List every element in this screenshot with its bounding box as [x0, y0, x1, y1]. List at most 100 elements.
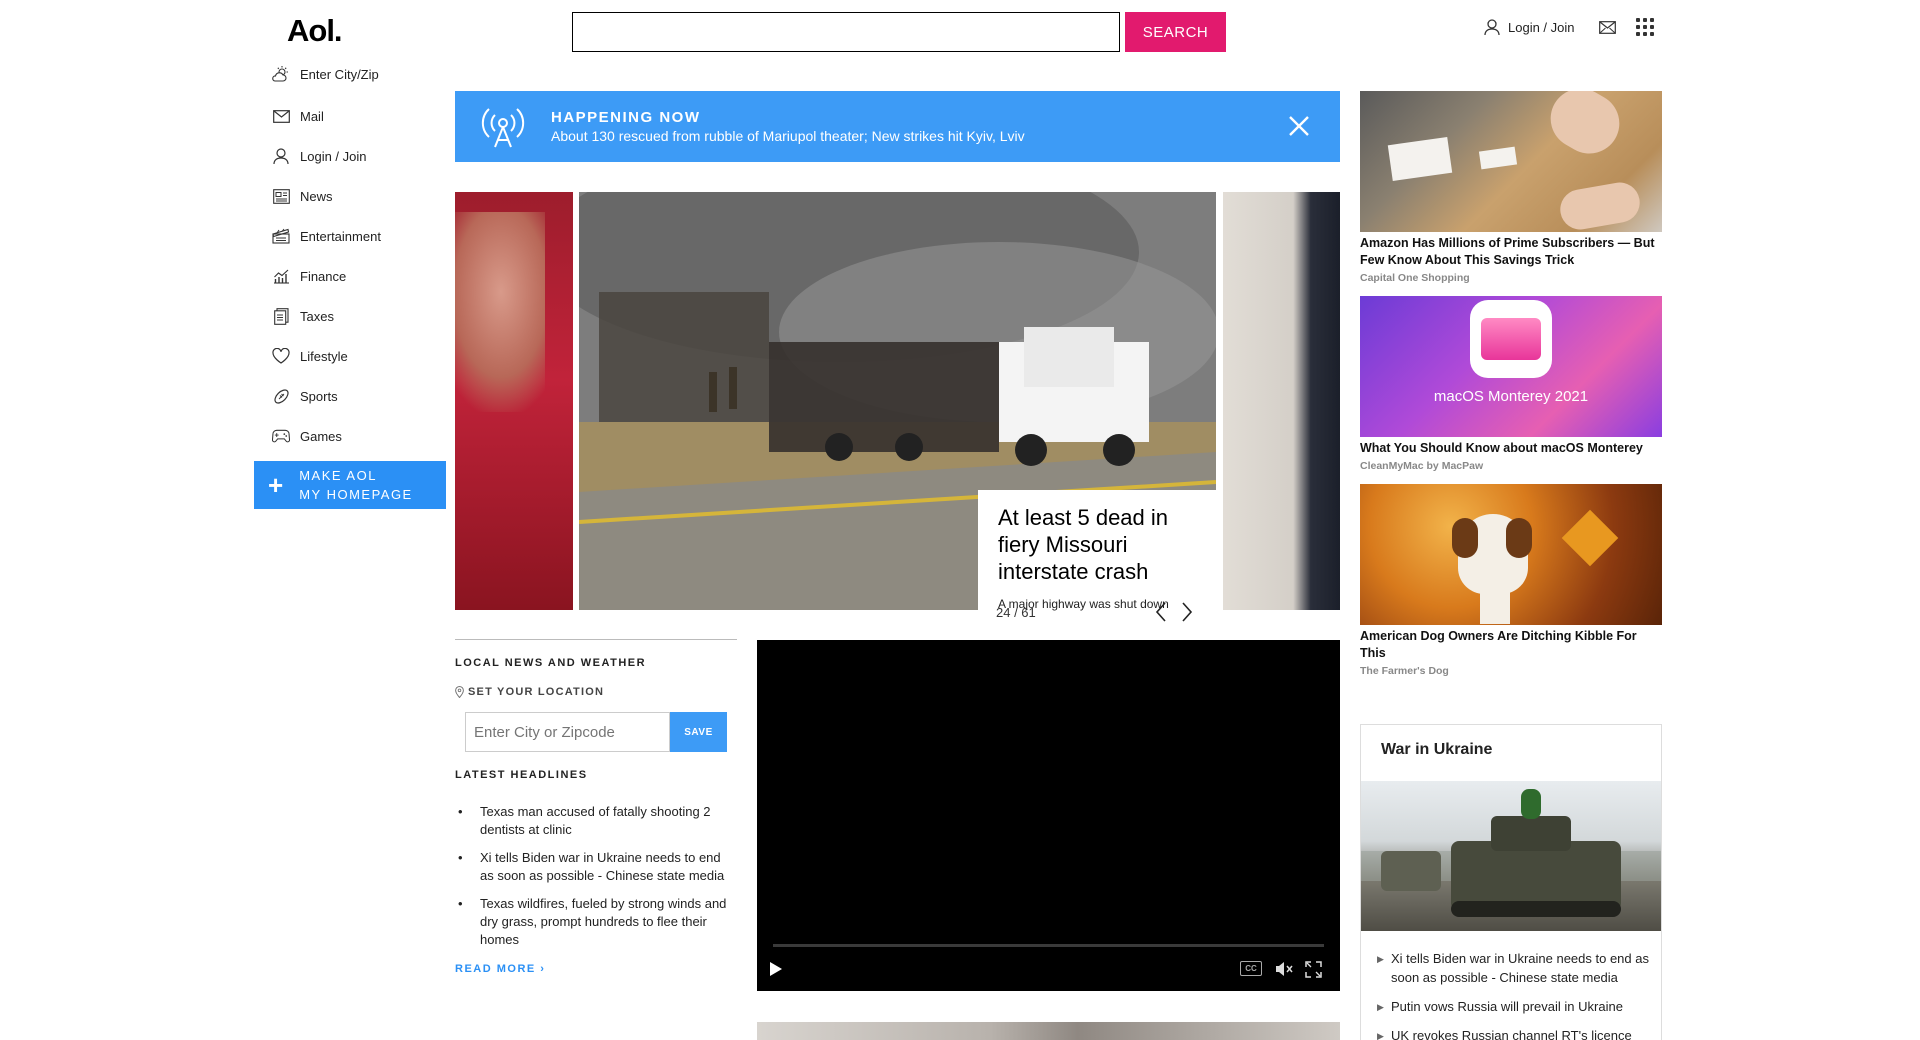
ad-card[interactable]: macOS Monterey 2021 What You Should Know… — [1360, 296, 1662, 472]
zipcode-input[interactable] — [465, 712, 670, 752]
ukraine-headline-link[interactable]: Xi tells Biden war in Ukraine needs to e… — [1377, 949, 1651, 987]
carousel-arrows — [1155, 602, 1193, 622]
ad-image-dog — [1360, 484, 1662, 625]
ad-image-package — [1360, 91, 1662, 232]
headline-link[interactable]: Xi tells Biden war in Ukraine needs to e… — [455, 849, 737, 885]
sidebar-item-weather[interactable]: Enter City/Zip — [272, 62, 452, 86]
local-news-section: LOCAL NEWS AND WEATHER SET YOUR LOCATION… — [455, 639, 737, 975]
sidebar-item-finance[interactable]: Finance — [272, 256, 452, 296]
video-player[interactable]: CC — [757, 640, 1340, 991]
sidebar-item-label: Login / Join — [300, 148, 367, 164]
search-input[interactable] — [572, 12, 1120, 52]
sidebar-item-login[interactable]: Login / Join — [272, 136, 452, 176]
sidebar-item-games[interactable]: Games — [272, 416, 452, 456]
search-bar: SEARCH — [572, 12, 1226, 52]
sidebar-item-label: Mail — [300, 108, 324, 124]
news-icon — [272, 187, 290, 205]
login-label: Login / Join — [1508, 19, 1575, 35]
mute-icon[interactable] — [1275, 961, 1293, 977]
ukraine-headline-link[interactable]: Putin vows Russia will prevail in Ukrain… — [1377, 997, 1651, 1017]
clapper-icon — [272, 227, 290, 245]
heart-icon — [272, 347, 290, 365]
sidebar-item-label: Games — [300, 428, 342, 444]
headline-link[interactable]: Texas man accused of fatally shooting 2 … — [455, 803, 737, 839]
search-button[interactable]: SEARCH — [1125, 12, 1226, 52]
save-location-button[interactable]: SAVE — [670, 712, 727, 752]
cleanmymac-app-icon — [1470, 300, 1552, 378]
sidebar-item-taxes[interactable]: Taxes — [272, 296, 452, 336]
sidebar-item-label: Enter City/Zip — [300, 66, 379, 82]
set-location-text: SET YOUR LOCATION — [468, 686, 605, 698]
sidebar-item-label: Lifestyle — [300, 348, 348, 364]
carousel-counter: 24 / 61 — [996, 605, 1036, 620]
sidebar-item-label: News — [300, 188, 333, 204]
set-location-label: SET YOUR LOCATION — [455, 686, 737, 698]
ad-image-caption: macOS Monterey 2021 — [1433, 388, 1589, 405]
mail-icon[interactable] — [1598, 20, 1616, 34]
ad-title: Amazon Has Millions of Prime Subscribers… — [1360, 236, 1655, 267]
read-more-link[interactable]: READ MORE › — [455, 963, 737, 975]
apps-grid-icon[interactable] — [1635, 18, 1654, 36]
carousel-title: At least 5 dead in fiery Missouri inters… — [998, 505, 1169, 584]
sidebar-item-label: Sports — [300, 388, 338, 404]
play-icon[interactable] — [769, 961, 783, 977]
ad-source: The Farmer's Dog — [1360, 665, 1449, 677]
fullscreen-icon[interactable] — [1305, 961, 1322, 978]
gamepad-icon — [272, 427, 290, 445]
sidebar-item-mail[interactable]: Mail — [272, 96, 452, 136]
ad-card[interactable]: Amazon Has Millions of Prime Subscribers… — [1360, 91, 1662, 284]
local-news-heading: LOCAL NEWS AND WEATHER — [455, 657, 647, 669]
football-icon — [272, 387, 290, 405]
ad-source: CleanMyMac by MacPaw — [1360, 460, 1484, 472]
happening-now-banner[interactable]: HAPPENING NOW About 130 rescued from rub… — [455, 91, 1340, 162]
login-link[interactable]: Login / Join — [1484, 18, 1575, 36]
sponsored-column: Amazon Has Millions of Prime Subscribers… — [1360, 91, 1662, 689]
make-homepage-line1: MAKE AOL — [299, 468, 377, 483]
latest-headlines-heading: LATEST HEADLINES — [455, 769, 588, 781]
carousel-caption[interactable]: At least 5 dead in fiery Missouri inters… — [978, 490, 1222, 618]
chevron-left-icon[interactable] — [1155, 602, 1167, 622]
broadcast-icon — [481, 107, 525, 147]
ad-image-macos: macOS Monterey 2021 — [1360, 296, 1662, 437]
close-icon[interactable] — [1286, 113, 1312, 139]
plus-icon: + — [268, 470, 284, 500]
mail-icon — [272, 107, 290, 125]
aol-logo[interactable]: Aol. — [287, 13, 343, 49]
ad-source: Capital One Shopping — [1360, 272, 1470, 284]
ukraine-tank-image[interactable] — [1361, 781, 1661, 931]
left-sidebar: Enter City/Zip Mail Login / Join News En… — [272, 62, 452, 456]
ad-title: What You Should Know about macOS Montere… — [1360, 441, 1643, 455]
sidebar-item-label: Entertainment — [300, 228, 381, 244]
sidebar-item-label: Taxes — [300, 308, 334, 324]
latest-headlines-list: Texas man accused of fatally shooting 2 … — [455, 803, 737, 949]
location-pin-icon — [455, 686, 464, 698]
sidebar-item-sports[interactable]: Sports — [272, 376, 452, 416]
ad-card[interactable]: American Dog Owners Are Ditching Kibble … — [1360, 484, 1662, 677]
document-icon — [272, 307, 290, 325]
headline-link[interactable]: Texas wildfires, fueled by strong winds … — [455, 895, 737, 949]
make-homepage-line2: MY HOMEPAGE — [299, 487, 413, 502]
chevron-right-icon[interactable] — [1181, 602, 1193, 622]
sidebar-item-lifestyle[interactable]: Lifestyle — [272, 336, 452, 376]
chart-icon — [272, 267, 290, 285]
user-icon — [1484, 18, 1500, 35]
carousel-prev-slide-image[interactable] — [455, 192, 573, 610]
weather-icon — [272, 65, 290, 83]
sidebar-item-news[interactable]: News — [272, 176, 452, 216]
closed-captions-button[interactable]: CC — [1240, 961, 1262, 976]
ad-title: American Dog Owners Are Ditching Kibble … — [1360, 629, 1637, 660]
user-icon — [272, 147, 290, 165]
sidebar-item-entertainment[interactable]: Entertainment — [272, 216, 452, 256]
ukraine-headlines: Xi tells Biden war in Ukraine needs to e… — [1361, 931, 1661, 1040]
ukraine-headline-link[interactable]: UK revokes Russian channel RT's licence — [1377, 1026, 1651, 1040]
video-progress-bar[interactable] — [773, 944, 1324, 947]
banner-title: HAPPENING NOW — [551, 109, 701, 126]
sidebar-item-label: Finance — [300, 268, 347, 284]
banner-text: About 130 rescued from rubble of Mariupo… — [551, 128, 1025, 144]
story-thumbnail-image[interactable] — [757, 1022, 1340, 1040]
module-title[interactable]: War in Ukraine — [1361, 725, 1661, 781]
top-right-nav: Login / Join — [1484, 18, 1654, 36]
zip-form: SAVE — [465, 712, 737, 752]
make-homepage-button[interactable]: + MAKE AOL MY HOMEPAGE — [254, 461, 446, 509]
carousel-next-slide-image[interactable] — [1223, 192, 1340, 610]
